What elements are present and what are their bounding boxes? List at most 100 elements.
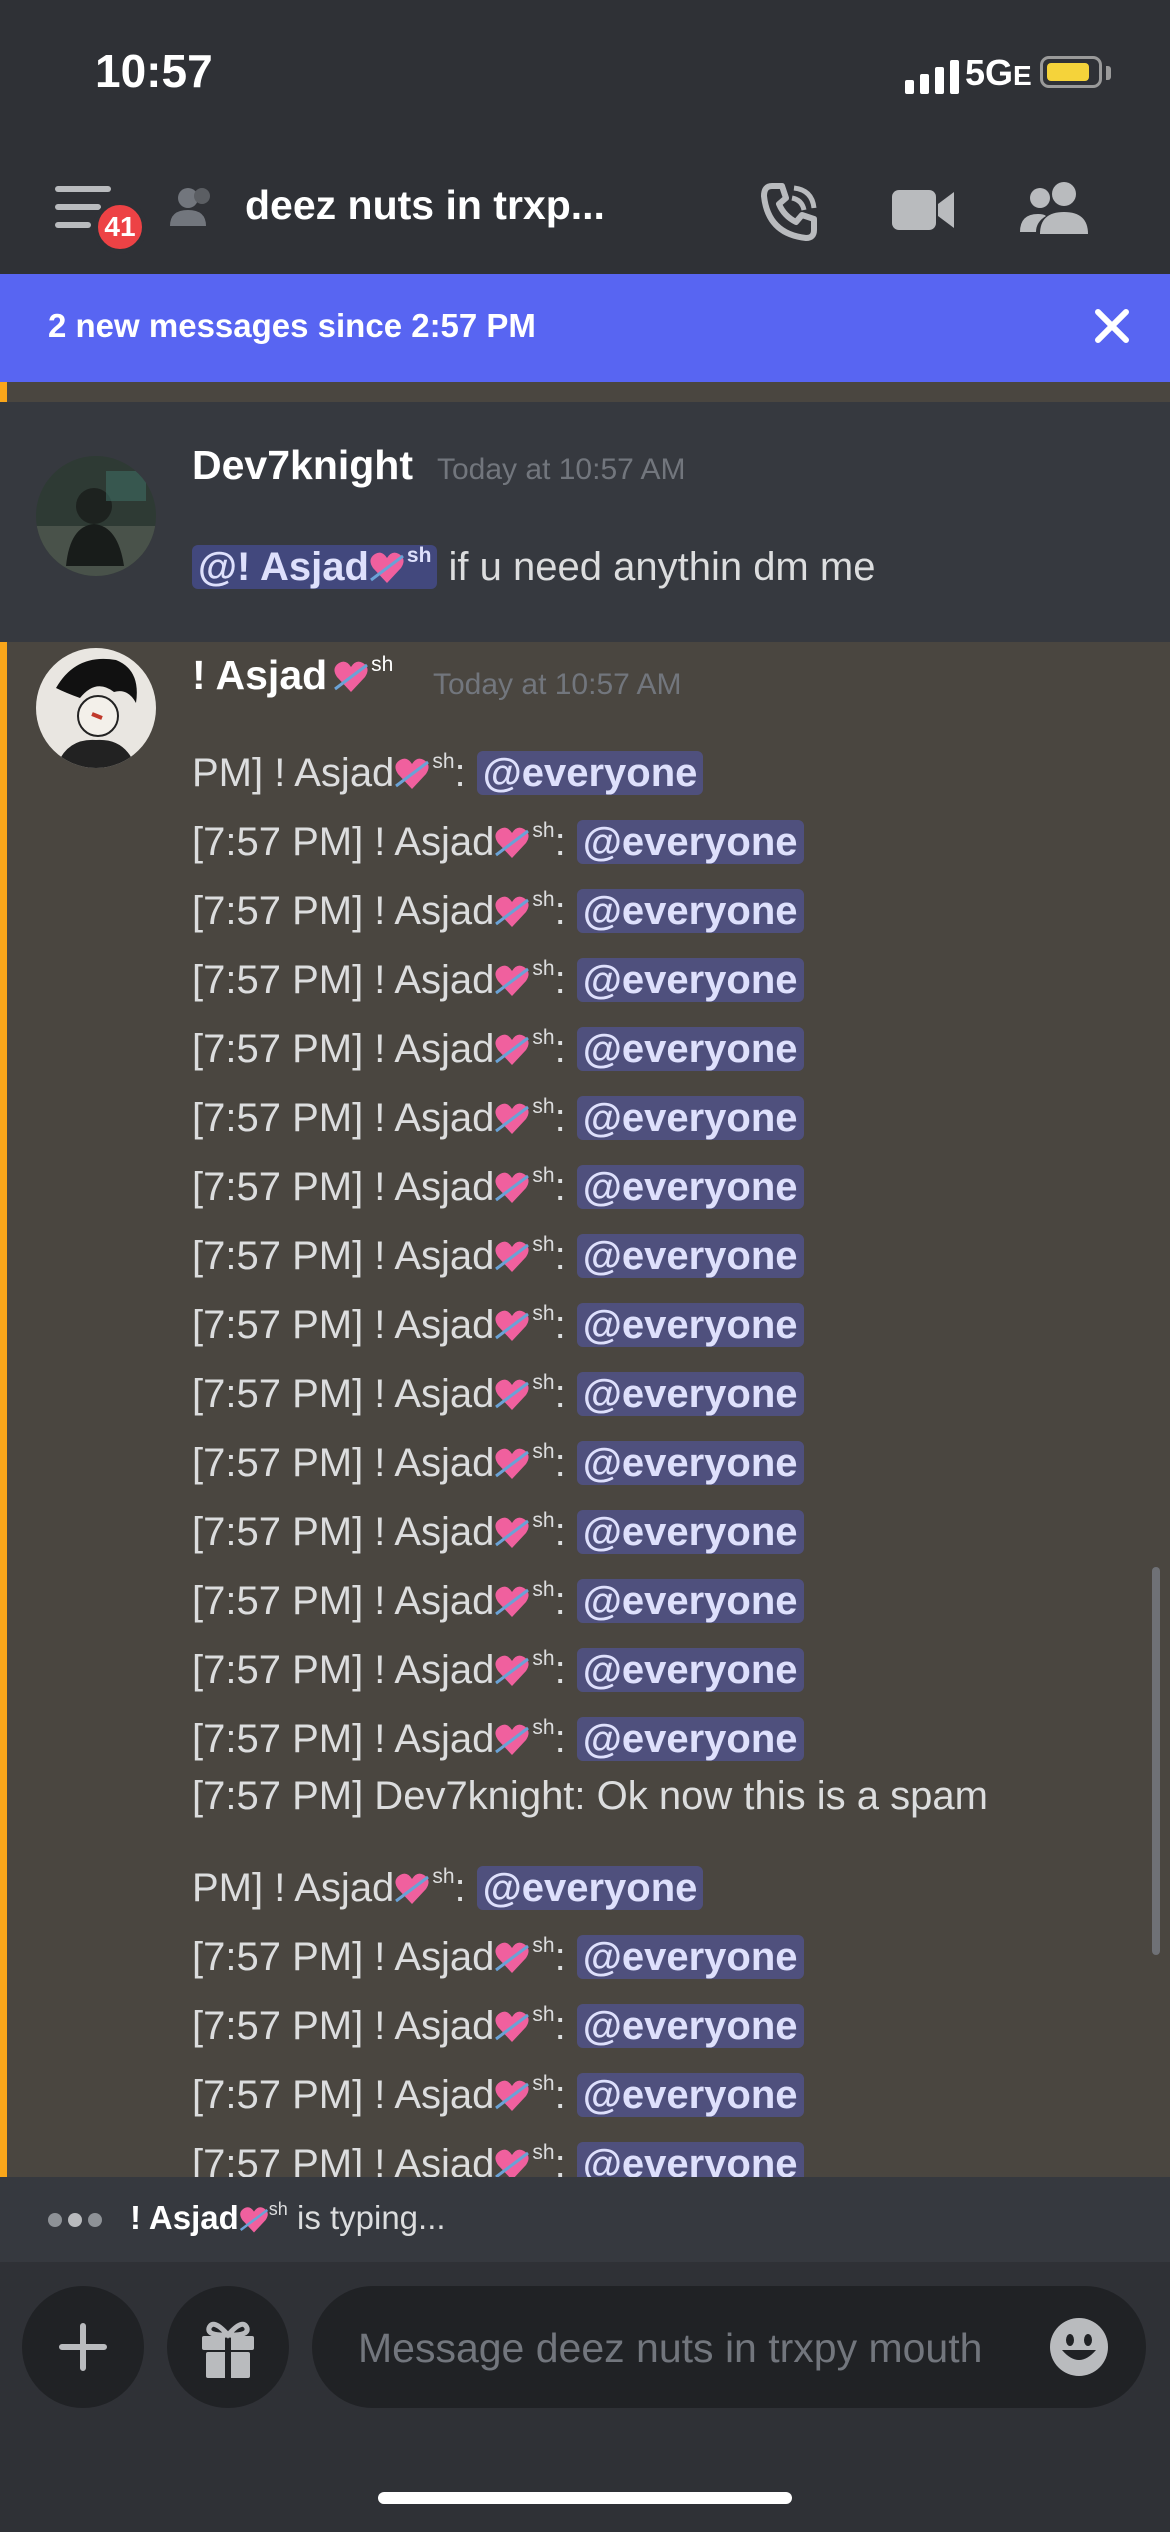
message-line: [7:57 PM] ! Asjad sh: @everyone — [192, 2049, 988, 2118]
everyone-mention[interactable]: @everyone — [576, 958, 804, 1002]
line-suffix: sh — [532, 1509, 555, 1532]
message-line: [7:57 PM] ! Asjad sh: @everyone — [192, 1141, 988, 1210]
line-suffix: sh — [532, 1302, 555, 1325]
everyone-mention[interactable]: @everyone — [576, 1441, 804, 1485]
everyone-mention[interactable]: @everyone — [476, 1866, 704, 1910]
heart-emoji-icon — [494, 1929, 530, 1973]
line-prefix: [7:57 PM] ! Asjad — [192, 1441, 495, 1485]
everyone-mention[interactable]: @everyone — [576, 2142, 804, 2177]
line-colon: : — [554, 2004, 566, 2048]
everyone-mention[interactable]: @everyone — [576, 1648, 804, 1692]
status-bar: 10:57 5GE — [0, 0, 1170, 140]
heart-emoji-icon — [494, 1998, 530, 2042]
message-asjad[interactable]: ! Asjad sh Today at 10:57 AM PM] ! Asjad s… — [0, 642, 1170, 2177]
everyone-mention[interactable]: @everyone — [576, 1096, 804, 1140]
line-prefix: [7:57 PM] ! Asjad — [192, 1717, 495, 1761]
line-prefix: [7:57 PM] ! Asjad — [192, 1648, 495, 1692]
line-prefix: [7:57 PM] ! Asjad — [192, 1510, 495, 1554]
gift-button[interactable] — [167, 2286, 289, 2408]
message-line: PM] ! Asjad sh: @everyone — [192, 1842, 988, 1911]
line-suffix: sh — [532, 1647, 555, 1670]
everyone-mention[interactable]: @everyone — [576, 1510, 804, 1554]
message-line: [7:57 PM] ! Asjad sh: @everyone — [192, 1555, 988, 1624]
everyone-mention[interactable]: @everyone — [576, 820, 804, 864]
scrollbar[interactable] — [1152, 1567, 1160, 1955]
message-input[interactable] — [356, 2286, 1000, 2410]
heart-emoji-icon — [494, 1435, 530, 1479]
heart-emoji-icon — [494, 1711, 530, 1755]
line-suffix: sh — [532, 1934, 555, 1957]
message-line: [7:57 PM] ! Asjad sh: @everyone — [192, 1348, 988, 1417]
everyone-mention[interactable]: @everyone — [576, 1165, 804, 1209]
message-author[interactable]: Dev7knight — [192, 442, 413, 489]
message-line: [7:57 PM] ! Asjad sh: @everyone — [192, 1417, 988, 1486]
message-content: @! Asjad sh if u need anythin dm me — [192, 544, 875, 590]
line-suffix: sh — [432, 1865, 455, 1888]
everyone-mention[interactable]: @everyone — [576, 889, 804, 933]
message-list[interactable]: Dev7knight Today at 10:57 AM @! Asjad sh … — [0, 382, 1170, 2177]
line-suffix: sh — [532, 957, 555, 980]
status-time: 10:57 — [95, 45, 213, 97]
line-suffix: sh — [532, 1233, 555, 1256]
message-line: [7:57 PM] ! Asjad sh: @everyone — [192, 1624, 988, 1693]
line-suffix: sh — [532, 1440, 555, 1463]
typing-dots-icon — [48, 2213, 102, 2227]
message-input-container[interactable] — [312, 2286, 1146, 2410]
message-author[interactable]: ! Asjad sh — [192, 652, 393, 699]
everyone-mention[interactable]: @everyone — [576, 2073, 804, 2117]
line-colon: : — [554, 1303, 566, 1347]
message-line: [7:57 PM] ! Asjad sh: @everyone — [192, 1072, 988, 1141]
line-colon: : — [554, 1234, 566, 1278]
home-indicator[interactable] — [378, 2492, 792, 2504]
emoji-icon[interactable] — [1048, 2316, 1110, 2378]
line-colon: : — [554, 1717, 566, 1761]
avatar[interactable] — [36, 456, 156, 576]
line-suffix: sh — [432, 750, 455, 773]
call-icon[interactable] — [758, 180, 822, 244]
close-icon[interactable] — [1088, 302, 1136, 350]
add-attachment-button[interactable] — [22, 2286, 144, 2408]
everyone-mention[interactable]: @everyone — [576, 1372, 804, 1416]
line-colon: : — [554, 958, 566, 1002]
heart-emoji-icon — [494, 1366, 530, 1410]
line-prefix: [7:57 PM] ! Asjad — [192, 1372, 495, 1416]
everyone-mention[interactable]: @everyone — [576, 1579, 804, 1623]
everyone-mention[interactable]: @everyone — [576, 2004, 804, 2048]
line-colon: : — [554, 1510, 566, 1554]
heart-emoji-icon — [394, 745, 430, 789]
message-dev7knight[interactable]: Dev7knight Today at 10:57 AM @! Asjad sh … — [0, 402, 1170, 642]
heart-emoji-icon — [494, 2067, 530, 2111]
line-prefix: [7:57 PM] ! Asjad — [192, 1579, 495, 1623]
everyone-mention[interactable]: @everyone — [576, 1234, 804, 1278]
channel-title[interactable]: deez nuts in trxp... — [245, 182, 605, 229]
battery-nub — [1106, 66, 1111, 80]
new-messages-text: 2 new messages since 2:57 PM — [48, 307, 536, 344]
line-colon: : — [554, 1648, 566, 1692]
line-prefix: [7:57 PM] ! Asjad — [192, 1935, 495, 1979]
line-colon: : — [554, 1935, 566, 1979]
new-messages-bar[interactable]: 2 new messages since 2:57 PM — [0, 274, 1170, 382]
message-line: [7:57 PM] ! Asjad sh: @everyone — [192, 1210, 988, 1279]
members-icon[interactable] — [1020, 180, 1090, 236]
line-prefix: [7:57 PM] ! Asjad — [192, 1234, 495, 1278]
line-suffix: sh — [532, 819, 555, 842]
message-line: [7:57 PM] Dev7knight: Ok now this is a s… — [192, 1774, 988, 1818]
video-icon[interactable] — [892, 184, 956, 236]
heart-emoji-icon — [494, 1021, 530, 1065]
line-colon: : — [554, 1027, 566, 1071]
line-suffix: sh — [532, 888, 555, 911]
everyone-mention[interactable]: @everyone — [576, 1027, 804, 1071]
line-colon: : — [454, 1866, 466, 1910]
everyone-mention[interactable]: @everyone — [576, 1935, 804, 1979]
message-line: [7:57 PM] ! Asjad sh: @everyone — [192, 934, 988, 1003]
line-colon: : — [454, 751, 466, 795]
everyone-mention[interactable]: @everyone — [576, 1717, 804, 1761]
message-line: [7:57 PM] ! Asjad sh: @everyone — [192, 1980, 988, 2049]
user-mention[interactable]: @! Asjad sh — [192, 544, 438, 589]
avatar[interactable] — [36, 648, 156, 768]
heart-emoji-icon — [369, 550, 405, 586]
line-colon: : — [554, 1165, 566, 1209]
everyone-mention[interactable]: @everyone — [476, 751, 704, 795]
message-line: [7:57 PM] ! Asjad sh: @everyone — [192, 1279, 988, 1348]
everyone-mention[interactable]: @everyone — [576, 1303, 804, 1347]
